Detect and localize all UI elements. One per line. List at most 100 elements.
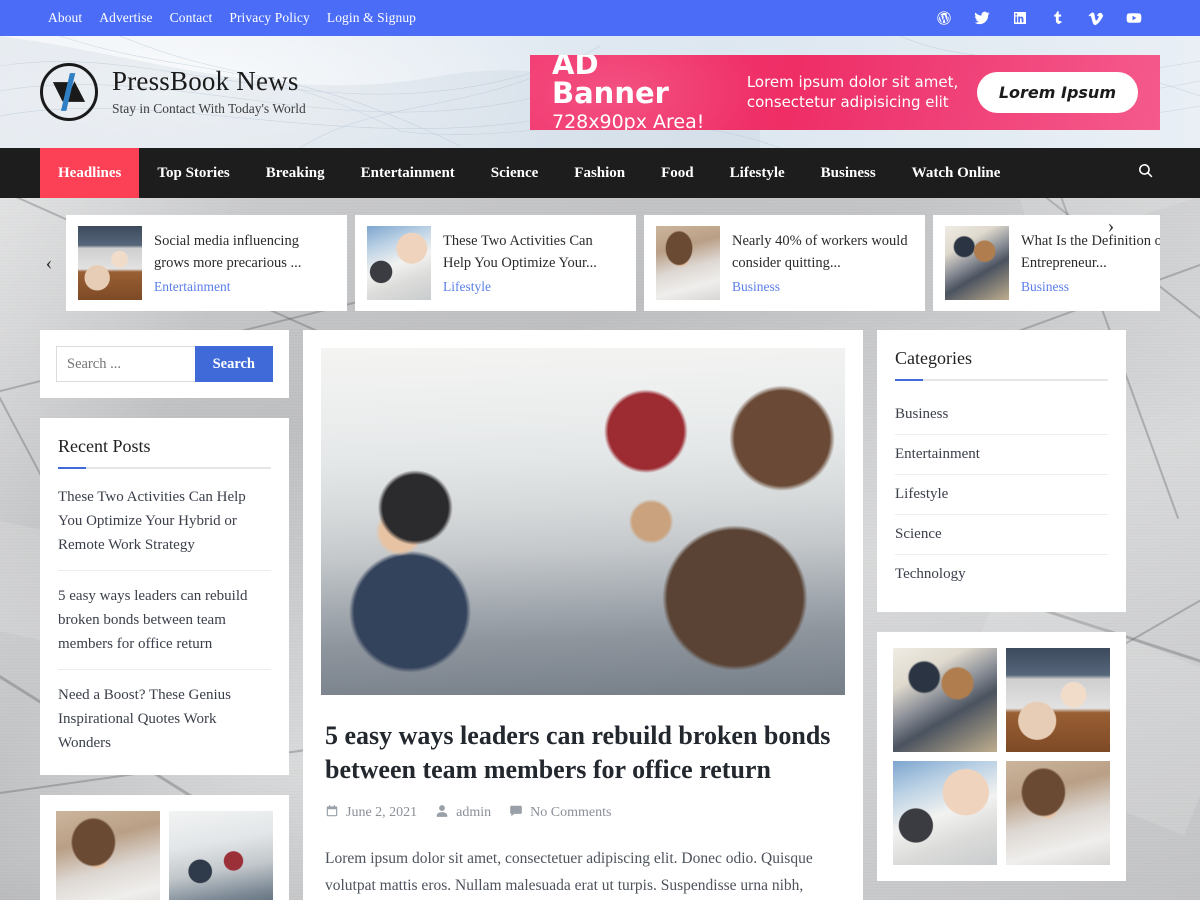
list-item[interactable]: Science [895, 515, 1108, 555]
article-comments-text[interactable]: No Comments [530, 805, 611, 821]
top-bar-links: About Advertise Contact Privacy Policy L… [48, 10, 416, 26]
ticker-item-title: What Is the Definition of an Entrepreneu… [1021, 233, 1160, 271]
topbar-link-advertise[interactable]: Advertise [99, 10, 152, 26]
nav-item-breaking[interactable]: Breaking [248, 148, 343, 198]
search-widget: Search [40, 330, 289, 398]
nav-item-science[interactable]: Science [473, 148, 556, 198]
vimeo-icon[interactable] [1088, 10, 1104, 26]
topbar-link-contact[interactable]: Contact [170, 10, 213, 26]
chevron-right-icon[interactable]: › [1102, 215, 1120, 238]
ad-banner-button[interactable]: Lorem Ipsum [976, 71, 1138, 113]
calendar-icon [325, 804, 339, 823]
recent-posts-widget: Recent Posts These Two Activities Can He… [40, 418, 289, 775]
ticker-item[interactable]: Social media influencing grows more prec… [66, 215, 347, 311]
gallery-image[interactable] [56, 811, 160, 900]
ticker-item-title: These Two Activities Can Help You Optimi… [443, 233, 597, 271]
ticker-item-category[interactable]: Entertainment [154, 279, 335, 295]
page-layout: Search Recent Posts These Two Activities… [0, 311, 1200, 900]
ticker-thumbnail [367, 226, 431, 300]
recent-posts-list: These Two Activities Can Help You Optimi… [58, 483, 271, 757]
ticker-item-category[interactable]: Lifestyle [443, 279, 624, 295]
nav-item-entertainment[interactable]: Entertainment [343, 148, 473, 198]
nav-item-fashion[interactable]: Fashion [556, 148, 643, 198]
article-date-text: June 2, 2021 [346, 805, 418, 821]
nav-item-watch-online[interactable]: Watch Online [894, 148, 1019, 198]
tumblr-icon[interactable] [1050, 10, 1066, 26]
article-author: admin [435, 804, 491, 823]
article-comments: No Comments [509, 804, 611, 823]
main-navigation: Headlines Top Stories Breaking Entertain… [0, 148, 1200, 198]
youtube-icon[interactable] [1126, 10, 1142, 26]
right-gallery-widget [877, 632, 1126, 881]
nav-item-lifestyle[interactable]: Lifestyle [712, 148, 803, 198]
gallery-image[interactable] [893, 648, 997, 752]
site-branding[interactable]: PressBook News Stay in Contact With Toda… [40, 63, 306, 121]
image-gallery [893, 648, 1110, 865]
gallery-image[interactable] [893, 761, 997, 865]
left-gallery-widget [40, 795, 289, 900]
site-title: PressBook News [112, 66, 299, 97]
gallery-image[interactable] [169, 811, 273, 900]
search-input[interactable] [56, 346, 195, 382]
ticker-item-list: Social media influencing grows more prec… [66, 215, 1160, 311]
twitter-icon[interactable] [974, 10, 990, 26]
nav-item-headlines[interactable]: Headlines [40, 148, 140, 198]
nav-item-food[interactable]: Food [643, 148, 712, 198]
categories-list: Business Entertainment Lifestyle Science… [895, 395, 1108, 594]
article-meta: June 2, 2021 admin No Comments [325, 804, 841, 823]
ad-banner-title: AD Banner [552, 54, 669, 110]
nav-item-top-stories[interactable]: Top Stories [139, 148, 247, 198]
wordpress-icon[interactable] [936, 10, 952, 26]
nav-item-list: Headlines Top Stories Breaking Entertain… [40, 148, 1018, 198]
gallery-image[interactable] [1006, 761, 1110, 865]
image-gallery [56, 811, 273, 900]
user-icon [435, 804, 449, 823]
list-item[interactable]: Lifestyle [895, 475, 1108, 515]
ticker-thumbnail [945, 226, 1009, 300]
nav-item-business[interactable]: Business [803, 148, 894, 198]
article-body: Lorem ipsum dolor sit amet, consectetuer… [325, 849, 813, 894]
pressbook-logo-icon [40, 63, 98, 121]
list-item[interactable]: Business [895, 395, 1108, 435]
ad-banner-description: Lorem ipsum dolor sit amet, consectetur … [746, 72, 959, 111]
topbar-link-about[interactable]: About [48, 10, 82, 26]
top-bar: About Advertise Contact Privacy Policy L… [0, 0, 1200, 36]
categories-widget: Categories Business Entertainment Lifest… [877, 330, 1126, 612]
categories-title: Categories [895, 348, 1108, 381]
recent-posts-title: Recent Posts [58, 436, 271, 469]
ticker-item-category[interactable]: Business [1021, 279, 1160, 295]
main-content: 5 easy ways leaders can rebuild broken b… [303, 330, 863, 900]
list-item[interactable]: Entertainment [895, 435, 1108, 475]
left-sidebar: Search Recent Posts These Two Activities… [40, 330, 289, 900]
search-icon [1137, 162, 1154, 184]
ticker-item-category[interactable]: Business [732, 279, 913, 295]
article-featured-image[interactable] [321, 348, 845, 695]
linkedin-icon[interactable] [1012, 10, 1028, 26]
ad-banner-subtitle: 728x90px Area! [552, 110, 705, 130]
list-item[interactable]: Need a Boost? These Genius Inspirational… [58, 670, 271, 757]
ticker-thumbnail [78, 226, 142, 300]
ticker-item[interactable]: Nearly 40% of workers would consider qui… [644, 215, 925, 311]
topbar-link-login-signup[interactable]: Login & Signup [327, 10, 416, 26]
ad-banner[interactable]: AD Banner 728x90px Area! Lorem ipsum dol… [530, 54, 1160, 130]
site-tagline: Stay in Contact With Today's World [112, 100, 306, 116]
ticker-item[interactable]: These Two Activities Can Help You Optimi… [355, 215, 636, 311]
site-header: PressBook News Stay in Contact With Toda… [0, 36, 1200, 148]
list-item[interactable]: Technology [895, 555, 1108, 594]
list-item[interactable]: 5 easy ways leaders can rebuild broken b… [58, 571, 271, 670]
right-sidebar: Categories Business Entertainment Lifest… [877, 330, 1126, 900]
list-item[interactable]: These Two Activities Can Help You Optimi… [58, 483, 271, 571]
comment-icon [509, 804, 523, 823]
ticker-item-title: Social media influencing grows more prec… [154, 233, 302, 271]
article-author-text[interactable]: admin [456, 805, 491, 821]
social-links [936, 10, 1142, 26]
gallery-image[interactable] [1006, 648, 1110, 752]
chevron-left-icon[interactable]: ‹ [40, 215, 58, 311]
nav-search-toggle[interactable] [1137, 148, 1160, 198]
search-form: Search [56, 346, 273, 382]
article-card: 5 easy ways leaders can rebuild broken b… [303, 330, 863, 900]
search-button[interactable]: Search [194, 346, 273, 382]
article-title: 5 easy ways leaders can rebuild broken b… [325, 721, 831, 785]
topbar-link-privacy-policy[interactable]: Privacy Policy [229, 10, 310, 26]
ticker-item[interactable]: What Is the Definition of an Entrepreneu… [933, 215, 1160, 311]
